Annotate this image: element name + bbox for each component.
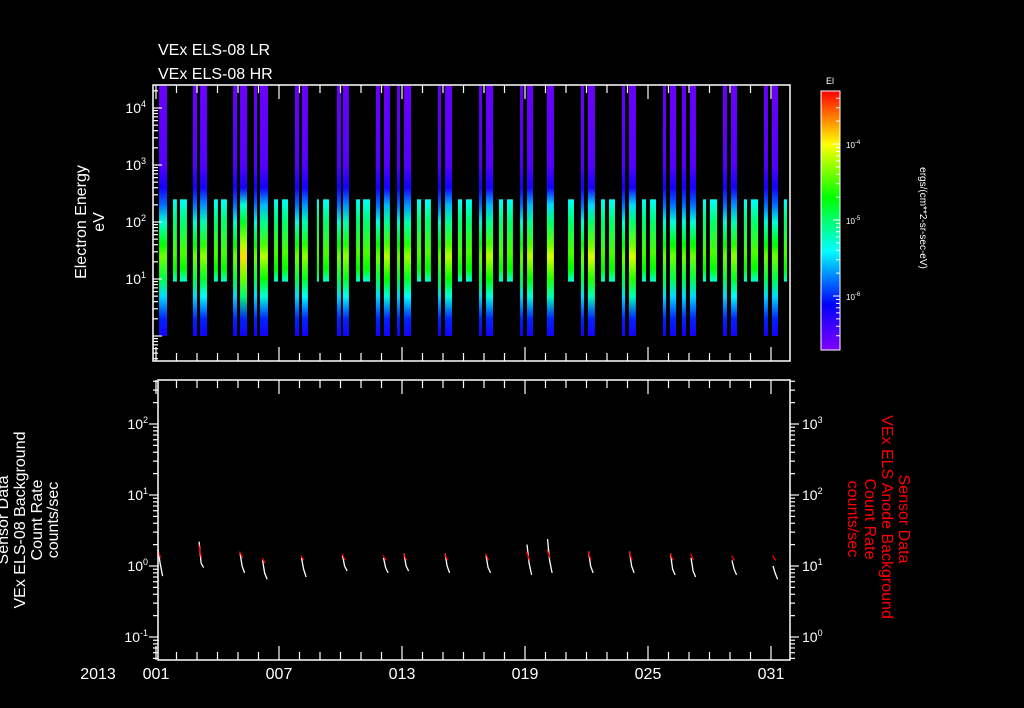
- hr-spectrogram-bar: [397, 85, 400, 336]
- hr-spectrogram-bar: [520, 85, 523, 336]
- lr-spectrogram-bar: [465, 199, 472, 282]
- hr-spectrogram-bar: [337, 85, 341, 336]
- colorbar-units: ergs/(cm**2-sr-sec-eV): [917, 167, 928, 269]
- hr-spectrogram-bar: [731, 85, 737, 336]
- hr-spectrogram-bar: [621, 85, 626, 336]
- hr-spectrogram-bar: [159, 85, 168, 336]
- title-lr: VEx ELS-08 LR: [158, 42, 270, 59]
- x-tick-label: 031: [758, 666, 785, 683]
- hr-spectrogram-bar: [486, 85, 494, 336]
- lr-spectrogram-bar: [323, 199, 330, 282]
- lr-spectrogram-bar: [743, 199, 748, 282]
- x-tick-label: 007: [266, 666, 293, 683]
- x-tick-label: 019: [512, 666, 539, 683]
- right-ylabel-line3: Count Rate: [861, 479, 878, 560]
- lr-spectrogram-bar: [416, 199, 422, 282]
- hr-spectrogram-bar: [690, 85, 696, 336]
- lr-spectrogram-bar: [642, 199, 646, 282]
- lr-spectrogram-bar: [363, 199, 371, 282]
- right-ylabel-line4: counts/sec: [844, 481, 861, 557]
- hr-spectrogram-bar: [546, 85, 554, 336]
- title-hr: VEx ELS-08 HR: [158, 66, 273, 83]
- lr-spectrogram-bar: [709, 199, 718, 282]
- lr-spectrogram-bar: [214, 199, 218, 282]
- hr-spectrogram-bar: [438, 85, 441, 336]
- hr-spectrogram-bar: [662, 85, 667, 336]
- hr-spectrogram-bar: [301, 85, 308, 336]
- hr-spectrogram-bar: [200, 85, 208, 336]
- hr-spectrogram-bar: [253, 85, 258, 336]
- spectrogram-ylabel-line2: eV: [91, 212, 108, 232]
- x-tick-label: 001: [143, 666, 170, 683]
- left-ylabel-line1: Sensor Data: [0, 475, 12, 564]
- colorbar-label: El: [826, 76, 834, 86]
- hr-spectrogram-bar: [259, 85, 268, 336]
- lr-spectrogram-bar: [783, 199, 787, 282]
- hr-spectrogram-bar: [294, 85, 300, 336]
- plot-canvas: VEx ELS-08 LR VEx ELS-08 HR 101102103104…: [0, 0, 1024, 708]
- hr-spectrogram-bar: [764, 85, 768, 336]
- left-ylabel-line2: VEx ELS-08 Background: [12, 432, 29, 609]
- left-ylabel-line4: counts/sec: [45, 482, 62, 558]
- hr-spectrogram-bar: [587, 85, 595, 336]
- year-label: 2013: [80, 666, 116, 683]
- x-tick-label: 025: [635, 666, 662, 683]
- left-ylabel-line3: Count Rate: [29, 479, 46, 560]
- lr-spectrogram-bar: [568, 199, 574, 282]
- hr-spectrogram-bar: [342, 85, 349, 336]
- hr-spectrogram-bar: [375, 85, 381, 336]
- right-ylabel-line2: VEx ELS Anode Background: [878, 415, 895, 619]
- hr-spectrogram-bar: [479, 85, 482, 336]
- right-ylabel-line1: Sensor Data: [895, 475, 912, 564]
- hr-spectrogram-bar: [580, 85, 585, 336]
- hr-spectrogram-bar: [233, 85, 237, 336]
- lr-spectrogram-bar: [650, 199, 656, 282]
- lr-spectrogram-bar: [424, 199, 431, 282]
- spectrogram-ylabel-line1: Electron Energy: [73, 165, 90, 279]
- lr-spectrogram-bar: [356, 199, 360, 282]
- lr-spectrogram-bar: [702, 199, 707, 282]
- hr-spectrogram-bar: [772, 85, 778, 336]
- lr-spectrogram-bar: [457, 199, 463, 282]
- lr-spectrogram-bar: [173, 199, 177, 282]
- hr-spectrogram-bar: [404, 85, 412, 336]
- lr-spectrogram-bar: [316, 199, 319, 282]
- lr-spectrogram-bar: [282, 199, 289, 282]
- hr-spectrogram-bar: [628, 85, 636, 336]
- hr-spectrogram-bar: [383, 85, 390, 336]
- lr-spectrogram-bar: [220, 199, 227, 282]
- hr-spectrogram-bar: [669, 85, 677, 336]
- lr-spectrogram-bar: [750, 199, 759, 282]
- lr-spectrogram-bar: [601, 199, 605, 282]
- hr-spectrogram-bar: [682, 85, 686, 336]
- hr-spectrogram-bar: [527, 85, 533, 336]
- x-tick-label: 013: [389, 666, 416, 683]
- hr-spectrogram-bar: [240, 85, 248, 336]
- hr-spectrogram-bar: [192, 85, 197, 336]
- hr-spectrogram-bar: [445, 85, 453, 336]
- lr-spectrogram-bar: [506, 199, 513, 282]
- hr-spectrogram-bar: [723, 85, 727, 336]
- lr-spectrogram-bar: [179, 199, 187, 282]
- lr-spectrogram-bar: [274, 199, 278, 282]
- lr-spectrogram-bar: [609, 199, 615, 282]
- lr-spectrogram-bar: [498, 199, 504, 282]
